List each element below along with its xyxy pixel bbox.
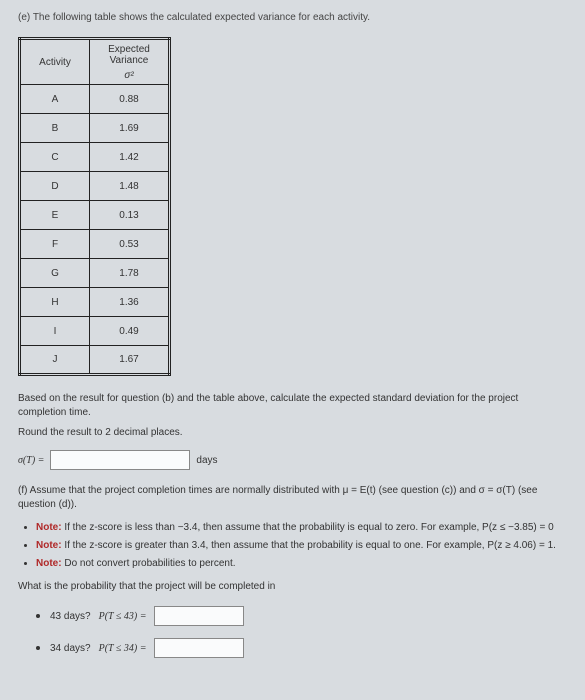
q-43-input[interactable] (154, 606, 244, 626)
variance-table: Activity Expected Variance σ² A0.88B1.69… (18, 37, 171, 376)
note-1-text: If the z-score is less than −3.4, then a… (62, 522, 554, 533)
probability-prompt: What is the probability that the project… (18, 580, 567, 594)
notes-list: Note: If the z-score is less than −3.4, … (36, 520, 567, 572)
note-3-text: Do not convert probabilities to percent. (62, 558, 236, 569)
q-43-row: 43 days? P(T ≤ 43) = (36, 606, 567, 626)
table-row: D1.48 (20, 172, 170, 201)
table-row: I0.49 (20, 317, 170, 346)
note-2: Note: If the z-score is greater than 3.4… (36, 538, 567, 554)
table-row: C1.42 (20, 143, 170, 172)
sigma-squared-symbol: σ² (124, 70, 133, 81)
table-row: B1.69 (20, 114, 170, 143)
note-1-label: Note: (36, 522, 62, 533)
col-header-activity: Activity (20, 39, 90, 85)
activity-cell: F (20, 230, 90, 259)
note-2-text: If the z-score is greater than 3.4, then… (62, 540, 556, 551)
table-row: A0.88 (20, 85, 170, 114)
note-2-label: Note: (36, 540, 62, 551)
table-row: J1.67 (20, 346, 170, 375)
instruction-line-1: Based on the result for question (b) and… (18, 392, 567, 420)
activity-cell: D (20, 172, 90, 201)
header-variance-line1: Expected (108, 44, 150, 55)
note-1: Note: If the z-score is less than −3.4, … (36, 520, 567, 536)
note-3: Note: Do not convert probabilities to pe… (36, 556, 567, 572)
instruction-line-2: Round the result to 2 decimal places. (18, 426, 567, 440)
bullet-icon (36, 646, 40, 650)
variance-cell: 0.49 (90, 317, 170, 346)
variance-cell: 1.78 (90, 259, 170, 288)
part-e-intro: (e) The following table shows the calcul… (18, 12, 567, 23)
variance-cell: 1.67 (90, 346, 170, 375)
sigma-input[interactable] (50, 450, 190, 470)
variance-cell: 1.48 (90, 172, 170, 201)
variance-cell: 0.88 (90, 85, 170, 114)
q-34-expr: P(T ≤ 34) = (99, 643, 147, 654)
variance-cell: 0.53 (90, 230, 170, 259)
q-34-row: 34 days? P(T ≤ 34) = (36, 638, 567, 658)
table-row: F0.53 (20, 230, 170, 259)
q-34-label: 34 days? (50, 643, 91, 654)
q-43-label: 43 days? (50, 611, 91, 622)
variance-cell: 1.42 (90, 143, 170, 172)
note-3-label: Note: (36, 558, 62, 569)
table-row: H1.36 (20, 288, 170, 317)
variance-cell: 0.13 (90, 201, 170, 230)
activity-cell: E (20, 201, 90, 230)
col-header-variance: Expected Variance σ² (90, 39, 170, 85)
variance-cell: 1.69 (90, 114, 170, 143)
bullet-icon (36, 614, 40, 618)
q-34-input[interactable] (154, 638, 244, 658)
activity-cell: G (20, 259, 90, 288)
activity-cell: J (20, 346, 90, 375)
variance-cell: 1.36 (90, 288, 170, 317)
table-row: G1.78 (20, 259, 170, 288)
header-variance-line2: Variance (110, 55, 149, 66)
sigma-answer-row: σ(T) = days (18, 450, 567, 470)
activity-cell: C (20, 143, 90, 172)
activity-cell: I (20, 317, 90, 346)
days-unit: days (196, 455, 217, 466)
table-row: E0.13 (20, 201, 170, 230)
activity-cell: H (20, 288, 90, 317)
part-f-intro: (f) Assume that the project completion t… (18, 484, 567, 512)
activity-cell: B (20, 114, 90, 143)
sigma-lhs: σ(T) = (18, 455, 44, 466)
q-43-expr: P(T ≤ 43) = (99, 611, 147, 622)
activity-cell: A (20, 85, 90, 114)
